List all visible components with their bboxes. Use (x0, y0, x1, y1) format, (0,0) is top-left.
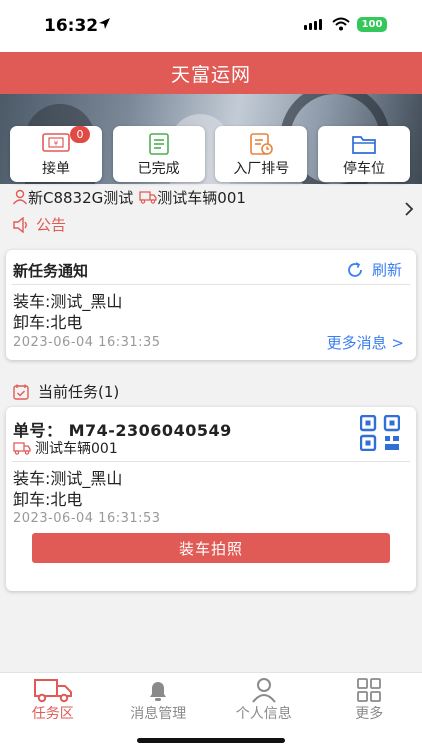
tab-label: 更多 (355, 706, 384, 722)
truck-icon (139, 191, 157, 204)
notification-timestamp: 2023-06-04 16:31:35 (13, 335, 161, 350)
new-task-notification-card: 新任务通知 刷新 装车:测试_黑山 卸车:北电 2023-06-04 16:31… (6, 250, 416, 360)
tile-label: 已完成 (137, 161, 180, 177)
refresh-icon (348, 261, 362, 277)
wifi-icon (332, 17, 350, 31)
notification-title: 新任务通知 (13, 262, 89, 280)
tab-profile[interactable]: 个人信息 (211, 673, 317, 725)
current-task-label: 当前任务(1) (38, 383, 120, 401)
notice-label: 公告 (36, 216, 67, 234)
bell-icon (150, 682, 167, 701)
tab-label: 消息管理 (130, 706, 187, 722)
order-vehicle: 测试车辆001 (13, 438, 118, 458)
qr-code-icon[interactable] (360, 415, 400, 451)
more-messages-link[interactable]: 更多消息 > (327, 332, 404, 353)
person-icon (251, 678, 276, 703)
tile-completed[interactable]: 已完成 (112, 126, 205, 182)
current-task-card: 单号： M74-2306040549 测试车辆001 装车:测试_黑山 卸车:北… (6, 407, 416, 591)
vehicle-info-row[interactable]: 新C8832G测试 测试车辆001 (12, 186, 412, 208)
loading-photo-button[interactable]: 装车拍照 (32, 533, 390, 563)
tile-label: 停车位 (342, 161, 385, 177)
divider (12, 461, 410, 462)
accept-order-badge: 0 (70, 126, 90, 143)
person-icon (12, 189, 28, 205)
folder-icon (352, 136, 376, 154)
tile-factory-queue[interactable]: 入厂排号 (215, 126, 308, 182)
tab-task-area[interactable]: 任务区 (0, 673, 106, 725)
tab-more[interactable]: 更多 (317, 673, 422, 725)
truck-icon (13, 442, 31, 455)
app-title: 天富运网 (170, 63, 251, 86)
grid-icon (357, 678, 382, 702)
order-vehicle-name: 测试车辆001 (35, 441, 118, 457)
speaker-icon (13, 216, 27, 233)
refresh-button[interactable]: 刷新 (346, 259, 402, 280)
driver-plate: 新C8832G测试 (28, 188, 134, 207)
tab-label: 个人信息 (235, 706, 292, 722)
calendar-check-icon (13, 384, 29, 400)
tab-label: 任务区 (31, 706, 74, 722)
receipt-icon: ¥ (42, 133, 70, 152)
tile-label: 接单 (42, 161, 70, 177)
queue-clipboard-icon (250, 133, 274, 155)
notice-row[interactable]: 公告 (12, 214, 66, 235)
divider (12, 284, 410, 285)
chevron-right-icon[interactable] (404, 201, 414, 217)
notification-unload: 卸车:北电 (13, 313, 83, 332)
task-unload: 卸车:北电 (13, 490, 83, 509)
tile-parking[interactable]: 停车位 (317, 126, 410, 182)
vehicle-name: 测试车辆001 (157, 188, 246, 207)
svg-text:¥: ¥ (54, 140, 59, 148)
truck-icon (33, 679, 72, 703)
tile-accept-order[interactable]: ¥ 0 接单 (10, 126, 102, 182)
refresh-label: 刷新 (371, 261, 402, 279)
home-indicator (137, 738, 285, 743)
quick-action-tiles: ¥ 0 接单 已完成 入厂排号 停车位 (10, 126, 410, 182)
status-time: 16:32 (44, 16, 99, 36)
current-task-header: 当前任务(1) (12, 381, 119, 402)
location-arrow-icon (99, 18, 110, 29)
document-list-icon (148, 133, 169, 155)
tab-messages[interactable]: 消息管理 (106, 673, 212, 725)
tile-label: 入厂排号 (233, 161, 290, 177)
battery-indicator: 100 (357, 17, 387, 32)
app-header: 天富运网 (0, 52, 422, 94)
cellular-signal-icon (304, 19, 322, 30)
status-bar: 16:32 100 (0, 0, 422, 52)
task-timestamp: 2023-06-04 16:31:53 (13, 511, 161, 526)
